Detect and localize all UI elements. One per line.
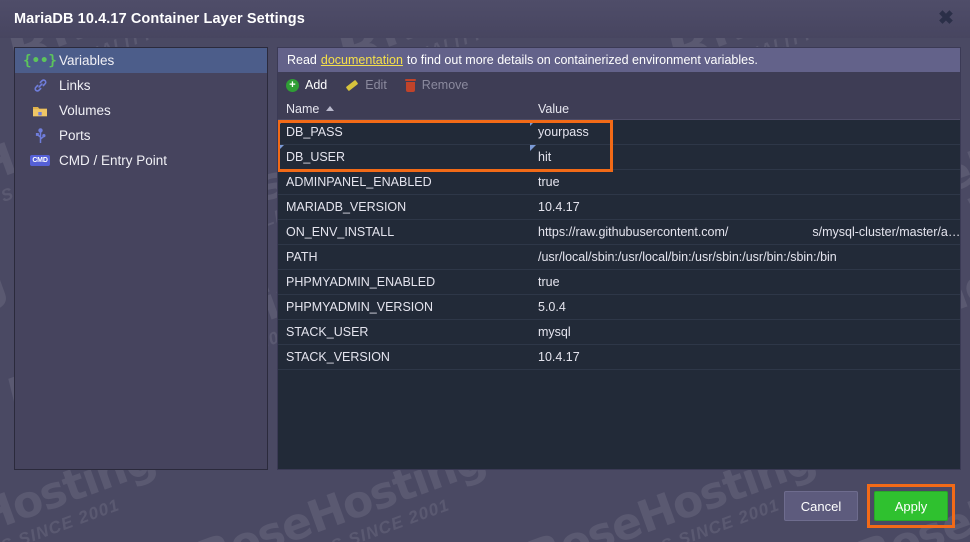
table-row[interactable]: STACK_USER mysql bbox=[278, 320, 961, 345]
variables-table: Name Value DB_PASS yourpass DB_USER hit ADMI… bbox=[277, 98, 962, 470]
sidebar-item-links[interactable]: Links bbox=[15, 73, 267, 98]
cell-variable-value: mysql bbox=[530, 320, 960, 344]
folder-icon bbox=[29, 102, 51, 120]
variable-value-text: mysql bbox=[538, 325, 571, 339]
variable-name-text: ON_ENV_INSTALL bbox=[286, 225, 395, 239]
variable-name-text: PATH bbox=[286, 250, 318, 264]
table-row[interactable]: STACK_VERSION 10.4.17 bbox=[278, 345, 961, 370]
column-header-value[interactable]: Value bbox=[530, 98, 960, 119]
sidebar-item-ports[interactable]: Ports bbox=[15, 123, 267, 148]
cell-variable-value: true bbox=[530, 270, 960, 294]
variable-name-text: ADMINPANEL_ENABLED bbox=[286, 175, 432, 189]
cell-variable-name: STACK_USER bbox=[278, 320, 530, 344]
plus-icon: + bbox=[286, 78, 299, 92]
cell-variable-name: ADMINPANEL_ENABLED bbox=[278, 170, 530, 194]
table-row[interactable]: DB_USER hit bbox=[278, 145, 961, 170]
table-body: DB_PASS yourpass DB_USER hit ADMINPANEL_ENAB… bbox=[278, 120, 961, 370]
table-row[interactable]: DB_PASS yourpass bbox=[278, 120, 961, 145]
cell-variable-name: PATH bbox=[278, 245, 530, 269]
cell-variable-value: yourpass bbox=[530, 120, 960, 144]
column-header-name[interactable]: Name bbox=[278, 98, 530, 119]
variable-value-text: 10.4.17 bbox=[538, 350, 580, 364]
table-row[interactable]: ADMINPANEL_ENABLED true bbox=[278, 170, 961, 195]
variable-value-text: https://raw.githubusercontent.com/ bbox=[538, 225, 729, 239]
variable-value-text: hit bbox=[538, 150, 552, 164]
sort-ascending-icon bbox=[326, 106, 335, 111]
variable-value-text: 5.0.4 bbox=[538, 300, 566, 314]
link-icon bbox=[29, 77, 51, 95]
cell-variable-value: true bbox=[530, 170, 960, 194]
remove-button-label: Remove bbox=[421, 78, 469, 92]
cell-variable-name: STACK_VERSION bbox=[278, 345, 530, 369]
pencil-icon bbox=[345, 79, 359, 92]
variable-name-text: DB_PASS bbox=[286, 125, 343, 139]
documentation-link[interactable]: documentation bbox=[321, 53, 403, 67]
cell-variable-name: PHPMYADMIN_ENABLED bbox=[278, 270, 530, 294]
table-row[interactable]: PHPMYADMIN_VERSION 5.0.4 bbox=[278, 295, 961, 320]
usb-port-icon bbox=[29, 127, 51, 145]
info-bar: Read documentation to find out more deta… bbox=[277, 47, 962, 72]
variables-panel: Read documentation to find out more deta… bbox=[277, 47, 962, 470]
add-button-label: Add bbox=[305, 78, 328, 92]
variable-name-text: PHPMYADMIN_ENABLED bbox=[286, 275, 436, 289]
sidebar-item-label: Links bbox=[59, 78, 91, 93]
cell-variable-name: PHPMYADMIN_VERSION bbox=[278, 295, 530, 319]
sidebar-item-cmd-entry-point[interactable]: CMD CMD / Entry Point bbox=[15, 148, 267, 173]
cell-variable-name: ON_ENV_INSTALL bbox=[278, 220, 530, 244]
dialog-body: {••} Variables Links Volumes Ports CMD CMD / E… bbox=[0, 38, 970, 508]
page-title: MariaDB 10.4.17 Container Layer Settings bbox=[14, 11, 305, 27]
variable-name-text: DB_USER bbox=[286, 150, 346, 164]
variable-name-text: MARIADB_VERSION bbox=[286, 200, 407, 214]
remove-button[interactable]: Remove bbox=[404, 78, 469, 92]
sidebar-item-label: Variables bbox=[59, 53, 115, 68]
cell-variable-value: 5.0.4 bbox=[530, 295, 960, 319]
variable-value-text: 10.4.17 bbox=[538, 200, 580, 214]
edit-button[interactable]: Edit bbox=[345, 78, 387, 92]
variable-name-text: STACK_VERSION bbox=[286, 350, 390, 364]
cell-variable-name: MARIADB_VERSION bbox=[278, 195, 530, 219]
table-row[interactable]: PATH/usr/local/sbin:/usr/local/bin:/usr/… bbox=[278, 245, 961, 270]
window-titlebar: MariaDB 10.4.17 Container Layer Settings… bbox=[0, 0, 970, 38]
edit-button-label: Edit bbox=[365, 78, 387, 92]
variable-value-tail-text: s/mysql-cluster/master/a… bbox=[812, 225, 961, 239]
trash-icon bbox=[404, 78, 416, 92]
dialog-footer: Cancel Apply bbox=[0, 470, 970, 542]
cell-variable-value: 10.4.17 bbox=[530, 345, 960, 369]
cell-variable-value: /usr/local/sbin:/usr/local/bin:/usr/sbin… bbox=[530, 245, 960, 269]
cancel-button[interactable]: Cancel bbox=[784, 491, 858, 521]
sidebar-item-volumes[interactable]: Volumes bbox=[15, 98, 267, 123]
apply-button-wrapper: Apply bbox=[867, 484, 955, 528]
table-header-row: Name Value bbox=[278, 98, 961, 120]
apply-button[interactable]: Apply bbox=[874, 491, 948, 521]
sidebar-item-label: Ports bbox=[59, 128, 91, 143]
cell-variable-name: DB_PASS bbox=[278, 120, 530, 144]
table-row[interactable]: PHPMYADMIN_ENABLED true bbox=[278, 270, 961, 295]
info-suffix: to find out more details on containerize… bbox=[406, 53, 758, 67]
variable-value-text: true bbox=[538, 275, 560, 289]
variable-value-text: yourpass bbox=[538, 125, 589, 139]
cell-variable-value: https://raw.githubusercontent.com/s/mysq… bbox=[530, 220, 960, 244]
settings-sidebar: {••} Variables Links Volumes Ports CMD CMD / E… bbox=[14, 47, 268, 470]
add-button[interactable]: + Add bbox=[286, 78, 327, 92]
cell-variable-value: 10.4.17 bbox=[530, 195, 960, 219]
variable-name-text: PHPMYADMIN_VERSION bbox=[286, 300, 434, 314]
sidebar-item-label: Volumes bbox=[59, 103, 111, 118]
cell-variable-name: DB_USER bbox=[278, 145, 530, 169]
table-row[interactable]: ON_ENV_INSTALL https://raw.githubusercont… bbox=[278, 220, 961, 245]
sidebar-item-variables[interactable]: {••} Variables bbox=[15, 48, 267, 73]
column-header-name-label: Name bbox=[286, 101, 320, 116]
braces-icon: {••} bbox=[23, 52, 57, 69]
variables-toolbar: + Add Edit Remove bbox=[277, 72, 962, 98]
variable-value-text: /usr/local/sbin:/usr/local/bin:/usr/sbin… bbox=[538, 250, 837, 264]
info-prefix: Read bbox=[287, 53, 317, 67]
cmd-icon: CMD bbox=[30, 155, 50, 166]
variable-value-text: true bbox=[538, 175, 560, 189]
table-row[interactable]: MARIADB_VERSION 10.4.17 bbox=[278, 195, 961, 220]
variable-name-text: STACK_USER bbox=[286, 325, 369, 339]
cell-variable-value: hit bbox=[530, 145, 960, 169]
close-icon[interactable]: ✖ bbox=[933, 5, 959, 31]
column-header-value-label: Value bbox=[538, 101, 570, 116]
sidebar-item-label: CMD / Entry Point bbox=[59, 153, 168, 168]
